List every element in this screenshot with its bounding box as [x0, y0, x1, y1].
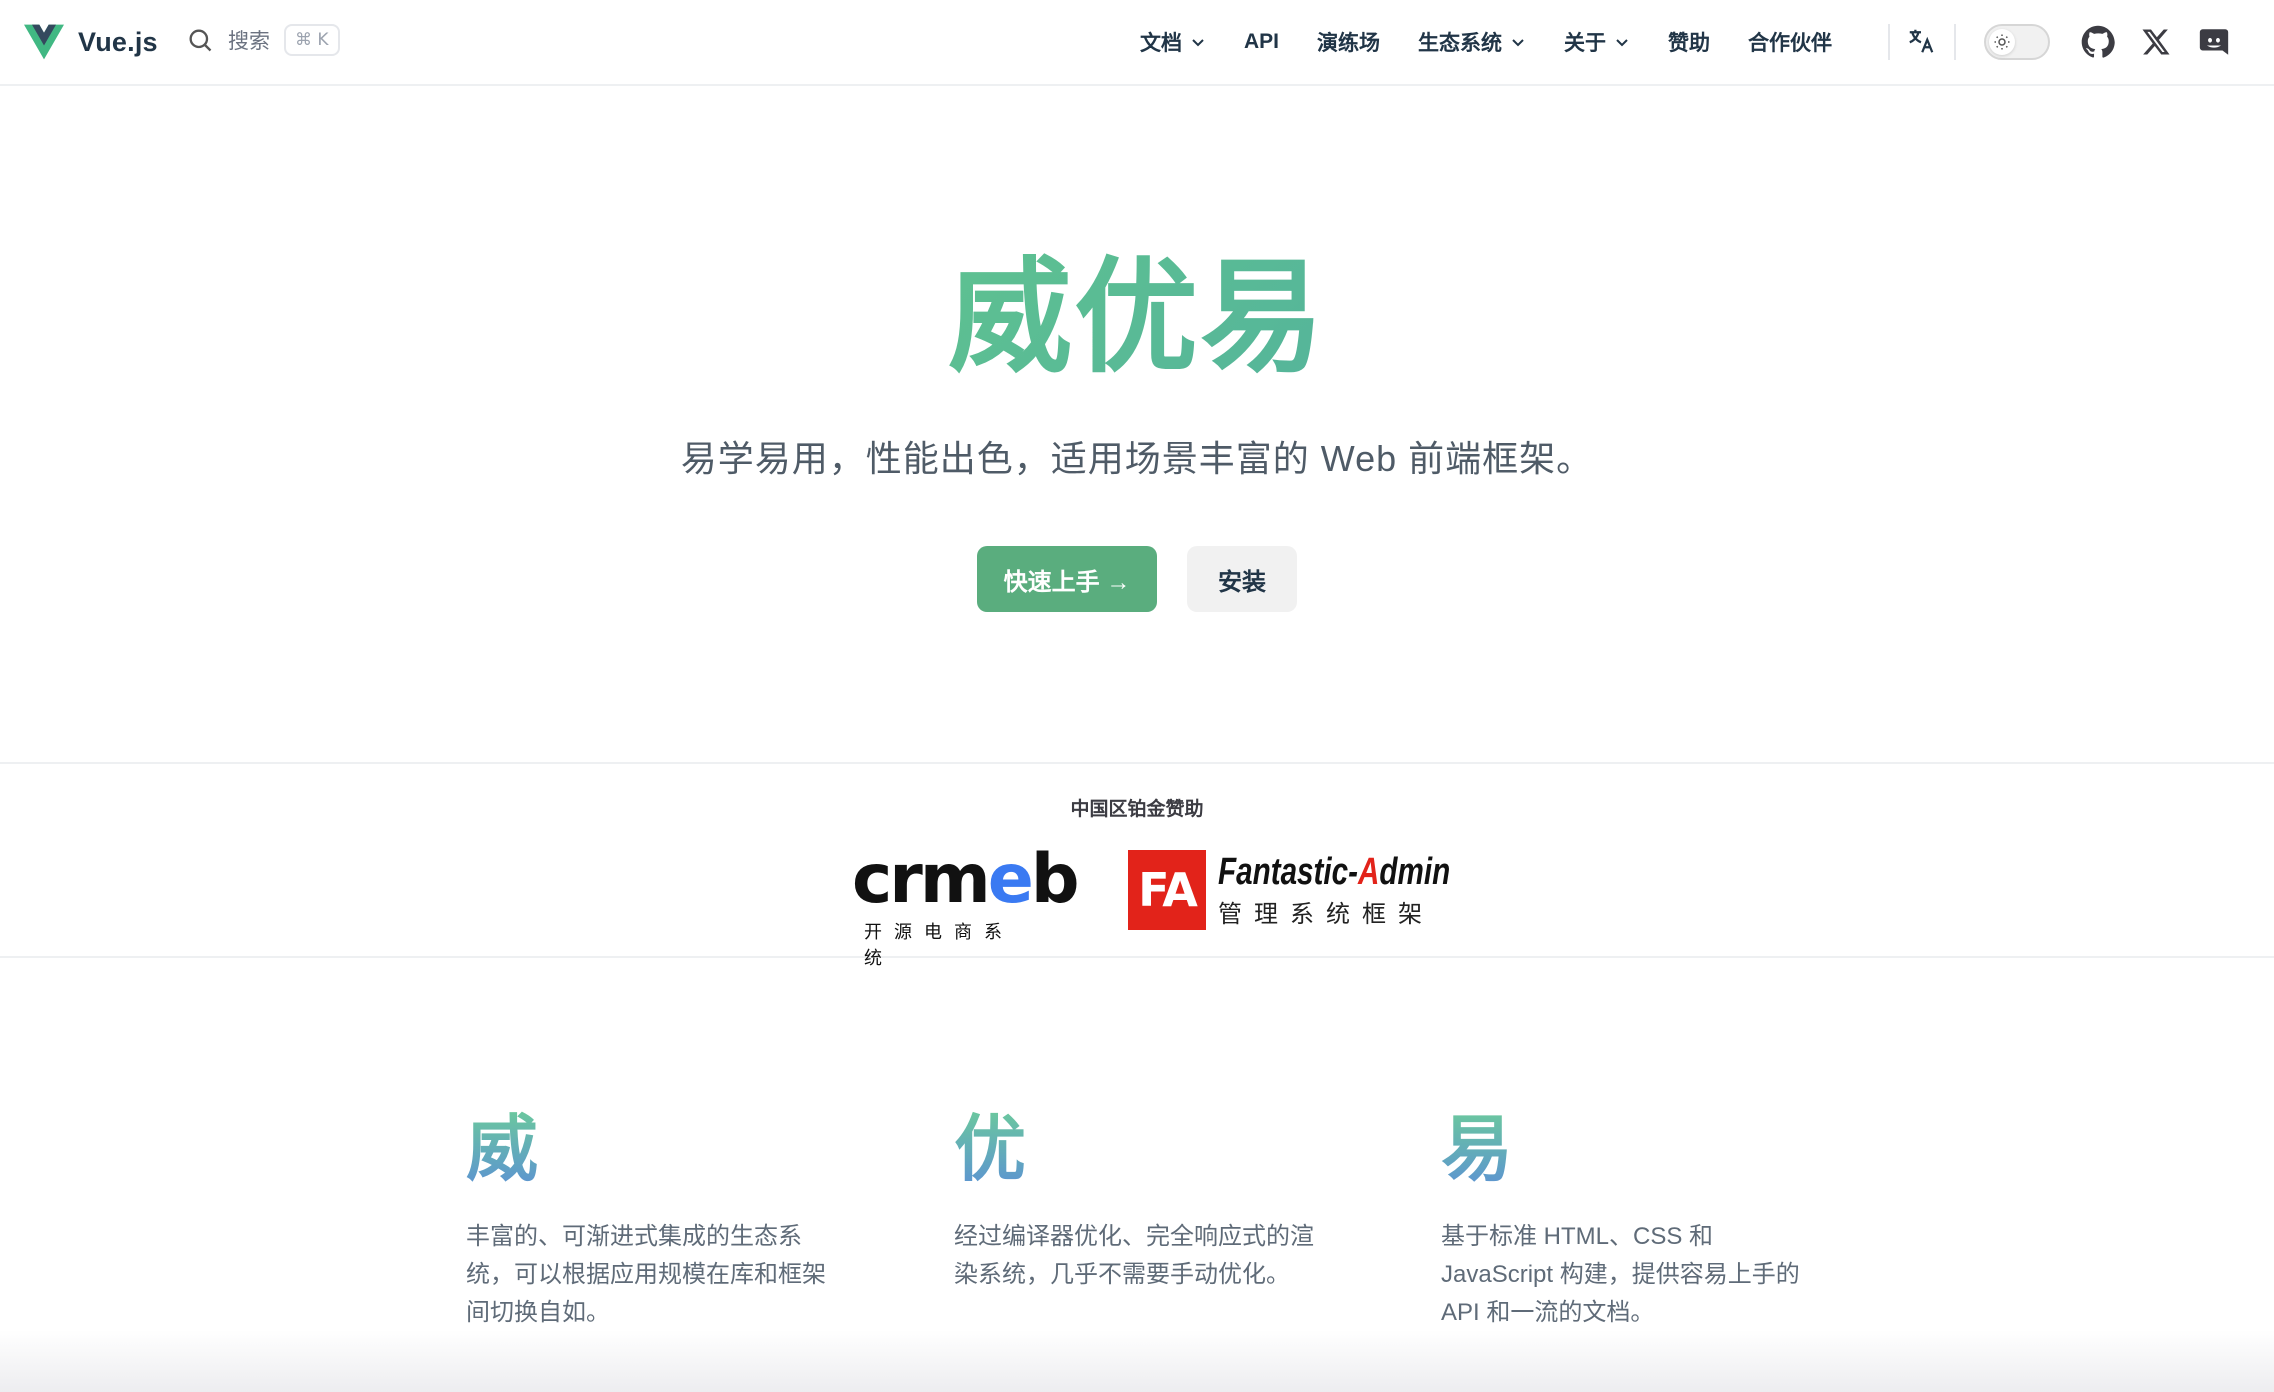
- discord-icon: [2199, 29, 2229, 55]
- top-nav: Vue.js 搜索 ⌘ K 文档 API 演练场 生态系统 关于 赞助 合作伙伴: [0, 0, 2274, 86]
- nav-item-label: 演练场: [1317, 32, 1381, 55]
- nav-item-playground[interactable]: 演练场: [1317, 27, 1380, 57]
- chevron-down-icon: [1192, 39, 1204, 47]
- chevron-down-icon: [1512, 39, 1524, 47]
- translate-icon[interactable]: [1906, 26, 1936, 56]
- nav-item-label: 文档: [1140, 32, 1182, 55]
- sponsors-title: 中国区铂金赞助: [1070, 799, 1204, 820]
- fantastic-admin-name: Fantastic-Admin: [1218, 850, 1451, 893]
- nav-item-api[interactable]: API: [1244, 30, 1279, 54]
- fantastic-admin-logo: FA: [1128, 850, 1206, 930]
- home-link[interactable]: Vue.js: [24, 24, 158, 60]
- feature-card: 易 基于标准 HTML、CSS 和 JavaScript 构建，提供容易上手的 …: [1441, 1104, 1801, 1332]
- bottom-fade: [0, 1330, 2274, 1392]
- search-shortcut: ⌘ K: [284, 24, 340, 56]
- sponsors-section: 中国区铂金赞助 crmeb 开源电商系统 FA Fantastic-Admin …: [0, 762, 2274, 969]
- nav-item-label: 生态系统: [1418, 32, 1503, 55]
- feature-text: 经过编译器优化、完全响应式的渲染系统，几乎不需要手动优化。: [954, 1223, 1314, 1288]
- sponsor-fantastic-admin[interactable]: FA Fantastic-Admin 管理系统框架: [1128, 850, 1516, 930]
- nav-item-about[interactable]: 关于: [1564, 27, 1630, 57]
- crmeb-logo: crmeb: [852, 840, 1079, 919]
- x-link[interactable]: [2138, 24, 2174, 60]
- hero-title: 威优易: [0, 238, 2274, 398]
- fantastic-admin-text: Fantastic-Admin 管理系统框架: [1218, 852, 1516, 929]
- get-started-button[interactable]: 快速上手 →: [977, 546, 1157, 612]
- install-button[interactable]: 安装: [1187, 546, 1297, 612]
- github-icon: [2081, 25, 2115, 58]
- nav-menu: 文档 API 演练场 生态系统 关于 赞助 合作伙伴: [1140, 0, 1870, 84]
- x-icon: [2142, 29, 2170, 55]
- theme-toggle[interactable]: [1984, 24, 2050, 60]
- crmeb-subtitle: 开源电商系统: [864, 922, 1014, 968]
- nav-item-label: API: [1244, 30, 1280, 53]
- feature-title: 优: [954, 1104, 1314, 1194]
- nav-divider: [1954, 24, 1956, 60]
- nav-item-label: 合作伙伴: [1748, 32, 1833, 55]
- chevron-down-icon: [1616, 39, 1628, 47]
- toggle-knob: [1989, 29, 2015, 55]
- feature-text: 丰富的、可渐进式集成的生态系统，可以根据应用规模在库和框架间切换自如。: [466, 1223, 826, 1326]
- vue-logo-icon: [24, 24, 64, 60]
- hero-actions: 快速上手 → 安装: [0, 546, 2274, 612]
- feature-title: 易: [1441, 1104, 1801, 1194]
- feature-card: 优 经过编译器优化、完全响应式的渲染系统，几乎不需要手动优化。: [954, 1104, 1314, 1294]
- sun-icon: [1994, 34, 2010, 50]
- nav-item-docs[interactable]: 文档: [1140, 27, 1206, 57]
- nav-divider: [1888, 24, 1890, 60]
- feature-card: 威 丰富的、可渐进式集成的生态系统，可以根据应用规模在库和框架间切换自如。: [466, 1104, 826, 1332]
- nav-item-label: 赞助: [1668, 32, 1711, 55]
- search-button[interactable]: 搜索 ⌘ K: [186, 24, 340, 56]
- site-title: Vue.js: [78, 26, 158, 57]
- github-link[interactable]: [2080, 24, 2116, 60]
- discord-link[interactable]: [2196, 24, 2232, 60]
- nav-item-partners[interactable]: 合作伙伴: [1748, 27, 1832, 57]
- nav-item-ecosystem[interactable]: 生态系统: [1418, 27, 1526, 57]
- fantastic-admin-subtitle: 管理系统框架: [1218, 900, 1434, 928]
- sponsor-crmeb[interactable]: crmeb 开源电商系统: [852, 840, 1079, 969]
- nav-item-sponsor[interactable]: 赞助: [1668, 27, 1710, 57]
- nav-item-label: 关于: [1564, 32, 1607, 55]
- feature-title: 威: [466, 1104, 826, 1194]
- feature-text: 基于标准 HTML、CSS 和 JavaScript 构建，提供容易上手的 AP…: [1441, 1223, 1800, 1326]
- search-label: 搜索: [228, 30, 270, 53]
- hero-subtitle: 易学易用，性能出色，适用场景丰富的 Web 前端框架。: [680, 438, 1594, 479]
- search-icon: [189, 29, 212, 52]
